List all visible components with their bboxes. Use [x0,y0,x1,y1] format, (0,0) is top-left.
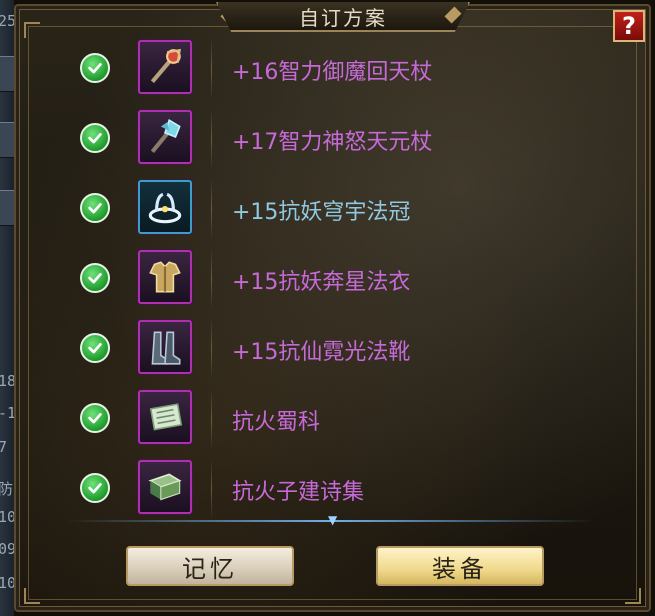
row-divider [211,38,212,100]
item-name: +15抗妖奔星法衣 [232,270,411,295]
background-text: 7 [0,438,8,456]
background-text: 防 [0,480,14,498]
background-text: 18 [0,372,14,390]
background-text: 25 [0,12,14,30]
book-icon[interactable] [138,460,192,514]
checkmark-icon[interactable] [80,193,110,223]
background-text: 10 [0,508,14,526]
equipment-row[interactable]: +16智力御魔回天杖 [16,34,649,104]
dialog-title: 自订方案 [299,5,387,30]
equipment-row[interactable]: +17智力神怒天元杖 [16,104,649,174]
checkmark-icon[interactable] [80,403,110,433]
background-bar [0,122,14,158]
equipment-row[interactable]: +15抗仙霓光法靴 [16,314,649,384]
background-text: 10 [0,574,14,592]
equipment-row[interactable]: +15抗妖奔星法衣 [16,244,649,314]
background-window-edge: 25 18 -1 7 防 10 09 10 [0,0,14,616]
equipment-row[interactable]: +15抗妖穹宇法冠 [16,174,649,244]
scroll-down-icon[interactable]: ▼ [328,513,337,527]
dialog-title-plate: 自订方案 [216,2,470,32]
item-name: 抗火子建诗集 [232,480,365,505]
scroll-icon[interactable] [138,390,192,444]
custom-plan-dialog: 自订方案 ? +16智力御魔回天杖 +17智力神怒天元杖 +15抗妖穹宇法冠 +… [14,2,651,612]
equipment-row[interactable]: 抗火蜀科 [16,384,649,454]
checkmark-icon[interactable] [80,473,110,503]
background-bar [0,56,14,92]
equip-button[interactable]: 装备 [376,546,544,586]
crystal-staff-icon[interactable] [138,110,192,164]
background-bar [0,190,14,226]
checkmark-icon[interactable] [80,333,110,363]
checkmark-icon[interactable] [80,263,110,293]
checkmark-icon[interactable] [80,53,110,83]
background-text: -1 [0,404,14,422]
row-divider [211,388,212,450]
item-name: +15抗仙霓光法靴 [232,340,411,365]
item-name: +15抗妖穹宇法冠 [232,200,411,225]
frame-corner-ornament [24,588,40,604]
row-divider [211,458,212,520]
boots-icon[interactable] [138,320,192,374]
memory-button[interactable]: 记忆 [126,546,294,586]
robe-icon[interactable] [138,250,192,304]
item-name: +17智力神怒天元杖 [232,130,433,155]
row-divider [211,108,212,170]
row-divider [211,318,212,380]
item-name: +16智力御魔回天杖 [232,60,433,85]
crown-icon[interactable] [138,180,192,234]
background-text: 09 [0,540,14,558]
frame-corner-ornament [625,588,641,604]
row-divider [211,178,212,240]
staff-icon[interactable] [138,40,192,94]
checkmark-icon[interactable] [80,123,110,153]
row-divider [211,248,212,310]
item-name: 抗火蜀科 [232,410,321,435]
